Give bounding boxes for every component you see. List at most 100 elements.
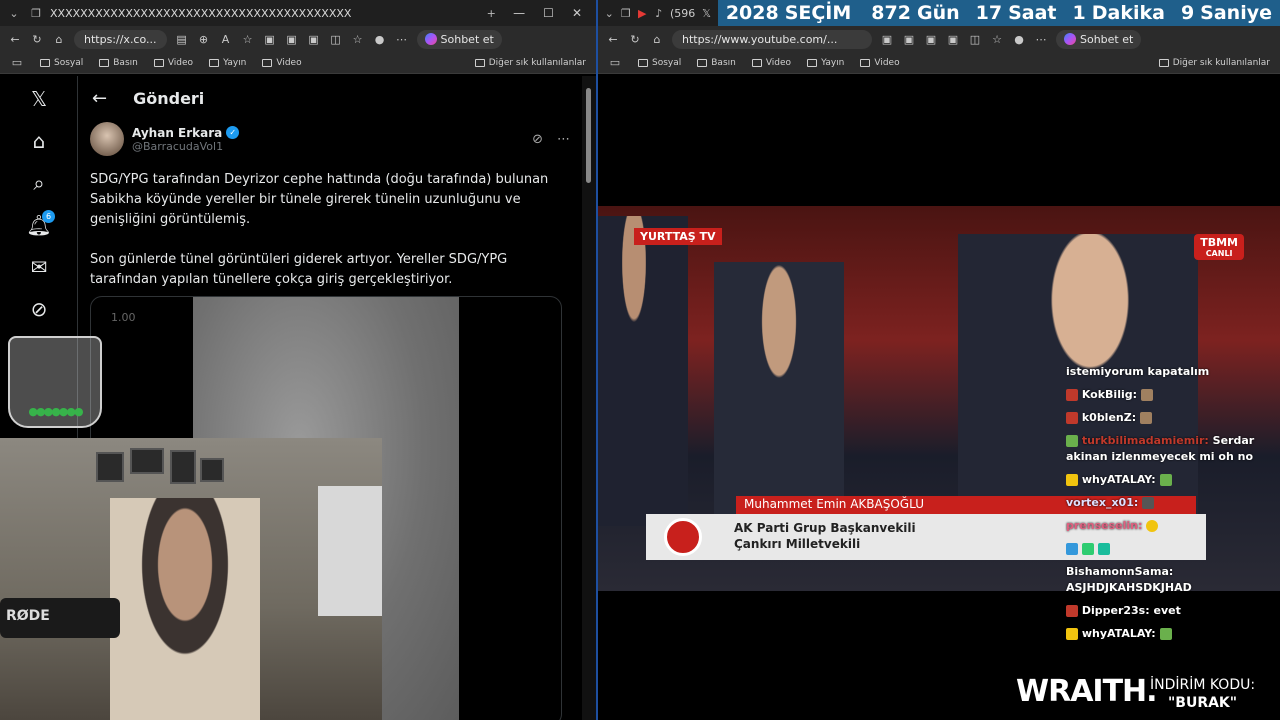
tab-actions-chevron-icon[interactable]: ⌄ [6,7,22,20]
profile-avatar-icon[interactable]: ● [1012,33,1026,46]
badge-icon [1081,543,1094,555]
tab-actions-chevron-icon[interactable]: ⌄ [604,7,615,20]
extension-icon[interactable]: ▣ [902,33,916,46]
whiteboard [318,486,382,616]
tbmm-live-label: CANLI [1205,249,1233,258]
x-logo-icon[interactable]: 𝕏 [0,78,78,120]
x-tab-icon[interactable]: 𝕏 [701,7,712,20]
youtube-player-area[interactable]: YURTTAŞ TV TBMM CANLI Muhammet Emin AKBAŞ… [598,76,1280,720]
right-url-field[interactable]: https://www.youtube.com/... [672,29,872,49]
tab-count[interactable]: (596 [670,7,695,20]
left-bookmarks-bar: ▭ Sosyal Basın Video Yayın Video Diğer s… [0,52,596,74]
bookmarks-menu-icon[interactable]: ▭ [10,56,24,69]
new-tab-icon[interactable]: + [483,7,499,20]
other-bookmarks[interactable]: Diğer sık kullanılanlar [474,58,586,68]
bookmark-label: Video [167,57,194,68]
copilot-button[interactable]: Sohbet et [1056,29,1142,49]
bookmark-yayin[interactable]: Yayın [807,58,844,68]
back-icon[interactable]: ← [8,33,22,46]
author-avatar[interactable] [90,122,124,156]
emote-icon [1140,389,1153,401]
bookmark-video-2[interactable]: Video [860,58,900,68]
bookmarks-menu-icon[interactable]: ▭ [608,56,622,69]
scrollbar-thumb[interactable] [586,88,591,183]
speaker-region: Çankırı Milletvekili [734,537,861,551]
bookmark-label: Basın [113,57,138,68]
favorite-star-icon[interactable]: ☆ [241,33,255,46]
workspaces-icon[interactable]: ❐ [621,7,632,20]
profile-avatar-icon[interactable]: ● [373,33,387,46]
countdown-year: 2028 [725,2,779,24]
tab-audio-icon[interactable]: ♪ [654,7,665,20]
messages-envelope-icon[interactable]: ✉ [0,246,78,288]
reader-icon[interactable]: ▤ [175,33,189,46]
chat-user: prenseselin: [1066,519,1143,532]
promo-code: "BURAK" [1167,695,1238,711]
chat-text: istemiyorum kapatalım [1066,365,1210,378]
chat-message: whyATALAY: [1066,626,1276,642]
bookmark-basin[interactable]: Basın [99,58,138,68]
favorites-icon[interactable]: ☆ [990,33,1004,46]
refresh-icon[interactable]: ↻ [30,33,44,46]
zoom-icon[interactable]: ⊕ [197,33,211,46]
author-name[interactable]: Ayhan Erkara [132,126,222,140]
chat-message: istemiyorum kapatalım [1066,364,1276,380]
notifications-bell-icon[interactable]: 🔔︎ 6 [0,204,78,246]
bookmark-video-2[interactable]: Video [262,58,302,68]
close-icon[interactable]: ✕ [572,6,582,20]
read-aloud-icon[interactable]: A [219,33,233,46]
wall-frame [200,458,224,482]
bookmark-sosyal[interactable]: Sosyal [40,58,83,68]
post-paragraph-2: Son günlerde tünel görüntüleri giderek a… [90,252,508,287]
user-badge-icon [1066,474,1078,486]
more-options-icon[interactable]: ⋯ [557,132,570,147]
bookmark-video[interactable]: Video [751,58,791,68]
left-url-field[interactable]: https://x.co... [74,29,167,49]
bookmark-basin[interactable]: Basın [697,58,736,68]
bookmark-sosyal[interactable]: Sosyal [638,58,681,68]
youtube-tab-icon[interactable]: ▶ [637,7,648,20]
split-screen-icon[interactable]: ◫ [329,33,343,46]
sponsor-logo: WRAITH. [1016,674,1158,709]
home-icon[interactable]: ⌂ [650,33,664,46]
refresh-icon[interactable]: ↻ [628,33,642,46]
emote-icon [1146,520,1159,532]
more-menu-icon[interactable]: ⋯ [395,33,409,46]
extension-icon[interactable]: ▣ [880,33,894,46]
grok-icon[interactable]: ⊘ [0,288,78,330]
author-handle[interactable]: @BarracudaVol1 [132,140,239,153]
wall-frame [96,452,124,482]
back-arrow-icon[interactable]: ← [92,88,107,109]
bookmark-yayin[interactable]: Yayın [209,58,246,68]
workspaces-icon[interactable]: ❐ [28,7,44,20]
folder-icon [751,58,762,67]
emote-icon [1159,474,1172,486]
folder-icon [1158,58,1169,67]
more-menu-icon[interactable]: ⋯ [1034,33,1048,46]
chat-message: prenseselin: [1066,518,1276,534]
grok-explain-icon[interactable]: ⊘ [532,132,543,147]
extension-icon[interactable]: ▣ [285,33,299,46]
left-tab-strip[interactable]: XXXXXXXXXXXXXXXXXXXXXXXXXXXXXXXXXXXXXXXX [50,7,477,20]
copilot-button[interactable]: Sohbet et [416,29,502,49]
split-screen-icon[interactable]: ◫ [968,33,982,46]
search-nav-icon[interactable]: ⌕ [0,162,78,204]
other-bookmarks[interactable]: Diğer sık kullanılanlar [1158,58,1270,68]
favorites-icon[interactable]: ☆ [351,33,365,46]
bookmark-label: Basın [711,57,736,68]
bookmark-video[interactable]: Video [153,57,194,68]
extension-icon[interactable]: ▣ [307,33,321,46]
maximize-icon[interactable]: ☐ [543,6,554,20]
extension-icon[interactable]: ▣ [924,33,938,46]
left-scrollbar[interactable] [582,76,596,720]
back-icon[interactable]: ← [606,33,620,46]
folder-icon [209,58,220,67]
stream-chat-overlay: istemiyorum kapatalım KokBilig: k0blenZ:… [1066,364,1276,649]
home-icon[interactable]: ⌂ [52,33,66,46]
home-nav-icon[interactable]: ⌂ [0,120,78,162]
folder-icon [638,58,648,67]
extension-icon[interactable]: ▣ [946,33,960,46]
chat-message: whyATALAY: [1066,472,1276,488]
extension-icon[interactable]: ▣ [263,33,277,46]
minimize-icon[interactable]: — [513,6,525,20]
